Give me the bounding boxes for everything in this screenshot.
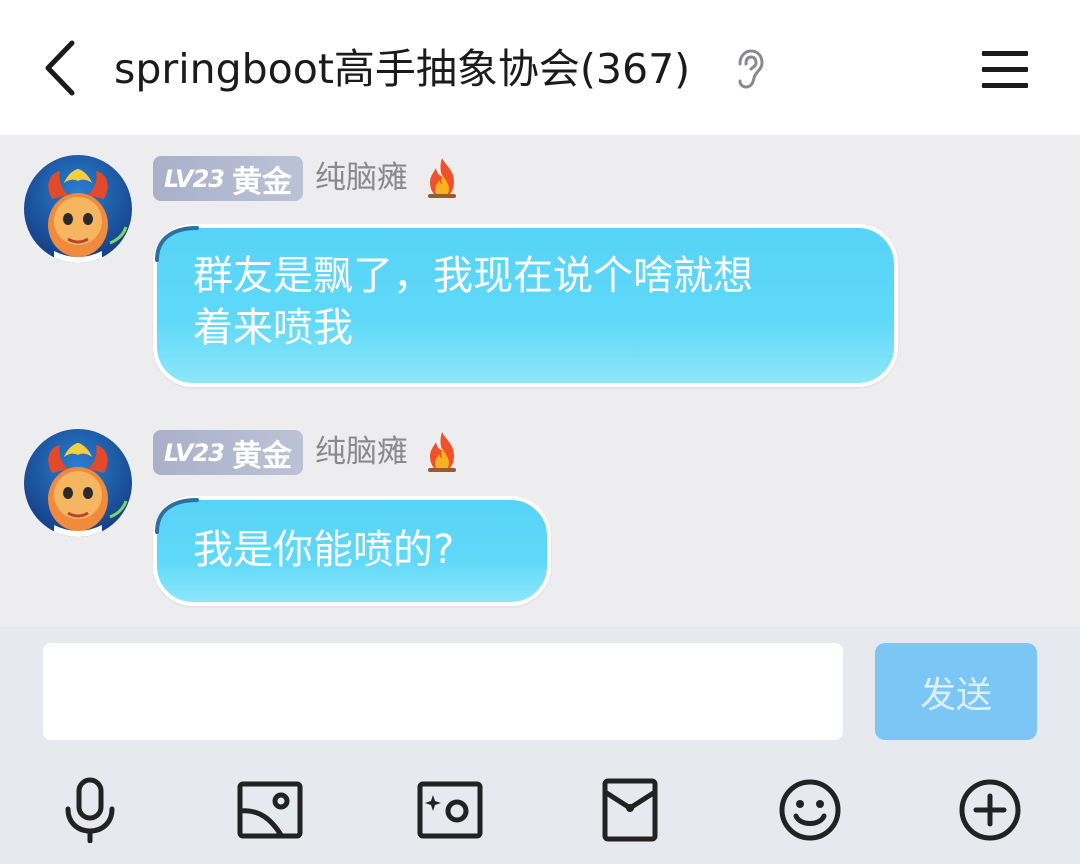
emoji-icon <box>779 779 841 841</box>
chat-title[interactable]: springboot高手抽象协会(367) <box>114 40 690 98</box>
image-button[interactable] <box>235 775 305 845</box>
camera-icon <box>417 781 483 839</box>
ear-icon <box>738 49 764 89</box>
message-line: 着来喷我 <box>193 305 353 351</box>
camera-button[interactable] <box>415 775 485 845</box>
red-packet-button[interactable] <box>595 775 665 845</box>
message-input[interactable] <box>43 643 843 740</box>
tier-label: 黄金 <box>231 438 292 474</box>
more-button[interactable] <box>955 775 1025 845</box>
image-icon <box>237 781 303 839</box>
level-badge: LV23 黄金 <box>153 430 303 475</box>
dragon-avatar-image <box>48 443 128 537</box>
emoji-button[interactable] <box>775 775 845 845</box>
message-bubble[interactable]: 群友是飘了，我现在说个啥就想 着来喷我 <box>153 224 898 387</box>
input-bar: 发送 <box>0 627 1080 864</box>
level-label: LV23 <box>164 164 225 193</box>
avatar[interactable] <box>24 429 132 537</box>
back-button[interactable] <box>30 35 90 101</box>
bubble-tail <box>155 226 199 262</box>
microphone-icon <box>65 777 115 843</box>
red-packet-icon <box>602 778 658 842</box>
voice-button[interactable] <box>55 775 125 845</box>
menu-button[interactable] <box>972 40 1038 98</box>
tier-label: 黄金 <box>231 164 292 200</box>
chat-header: springboot高手抽象协会(367) <box>0 0 1080 135</box>
message-line: 我是你能喷的? <box>193 527 455 573</box>
send-button[interactable]: 发送 <box>875 643 1037 740</box>
avatar[interactable] <box>24 155 132 263</box>
message-bubble[interactable]: 我是你能喷的? <box>153 496 551 606</box>
dragon-avatar-image <box>48 169 128 263</box>
fire-icon <box>428 158 456 198</box>
bubble-tail <box>155 498 199 534</box>
level-label: LV23 <box>164 438 225 467</box>
plus-icon <box>959 779 1021 841</box>
level-badge: LV23 黄金 <box>153 156 303 201</box>
chevron-left-icon <box>45 40 75 96</box>
hamburger-menu-icon <box>982 51 1028 88</box>
fire-icon <box>428 432 456 472</box>
sender-nickname[interactable]: 纯脑瘫 <box>315 156 408 201</box>
sender-nickname[interactable]: 纯脑瘫 <box>315 430 408 475</box>
message-line: 群友是飘了，我现在说个啥就想 <box>193 253 753 299</box>
